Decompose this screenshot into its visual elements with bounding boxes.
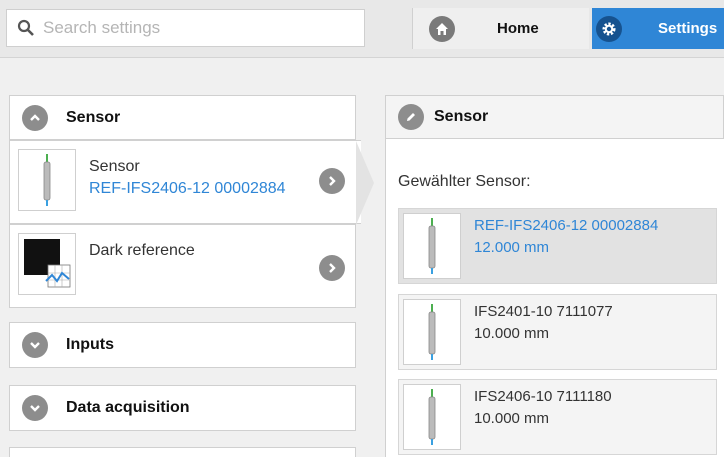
sensor-thumbnail	[403, 299, 461, 365]
data-acquisition-group-header[interactable]: Data acquisition	[9, 385, 356, 431]
next-group-header[interactable]	[9, 447, 356, 457]
sensor-group-title: Sensor	[66, 108, 121, 126]
sensor-option-name: REF-IFS2406-12 00002884	[474, 217, 659, 234]
nav-home-label: Home	[497, 20, 539, 37]
chevron-right-icon[interactable]	[319, 168, 345, 194]
sensor-item-title: Sensor	[89, 158, 140, 175]
dark-reference-item[interactable]: Dark reference	[9, 224, 356, 308]
nav-settings-label: Settings	[658, 20, 718, 37]
sensor-option-name: IFS2406-10 7111180	[474, 388, 612, 405]
chevron-up-icon	[22, 104, 48, 131]
inputs-group-header[interactable]: Inputs	[9, 322, 356, 368]
top-bar: Home Settings	[0, 0, 724, 58]
sensor-item[interactable]: Sensor REF-IFS2406-12 00002884	[9, 140, 361, 224]
sensor-probe-icon	[428, 389, 436, 445]
search-box[interactable]	[6, 9, 365, 47]
selection-pointer	[356, 141, 374, 225]
sensor-option-card[interactable]: REF-IFS2406-12 00002884 12.000 mm	[398, 208, 717, 284]
sensor-option-card[interactable]: IFS2406-10 7111180 10.000 mm	[398, 379, 717, 455]
sensor-option-range: 10.000 mm	[474, 325, 550, 342]
dark-reference-thumbnail	[18, 233, 76, 295]
inputs-group-title: Inputs	[66, 336, 114, 353]
sensor-thumbnail	[18, 149, 76, 211]
home-icon	[429, 15, 455, 42]
data-acquisition-group-title: Data acquisition	[66, 399, 190, 416]
dark-reference-icon	[24, 239, 71, 288]
sensor-probe-icon	[43, 154, 51, 206]
sensor-option-range: 10.000 mm	[474, 410, 550, 427]
sensor-thumbnail	[403, 213, 461, 279]
sensor-probe-icon	[428, 304, 436, 360]
sensor-item-value: REF-IFS2406-12 00002884	[89, 180, 286, 197]
sensor-panel-body: Gewählter Sensor: REF-IFS2406-12 0000288…	[385, 139, 724, 457]
chevron-right-icon[interactable]	[319, 255, 345, 281]
nav-settings-button[interactable]: Settings	[592, 8, 724, 49]
sensor-option-card[interactable]: IFS2401-10 7111077 10.000 mm	[398, 294, 717, 370]
sensor-option-name: IFS2401-10 7111077	[474, 303, 613, 320]
chevron-down-icon	[22, 332, 48, 358]
dark-reference-title: Dark reference	[89, 242, 195, 259]
nav-home-button[interactable]: Home	[412, 8, 589, 49]
chevron-down-icon	[22, 395, 48, 421]
selected-sensor-label: Gewählter Sensor:	[398, 173, 531, 190]
sensor-panel-title: Sensor	[434, 108, 489, 125]
pencil-icon	[398, 104, 424, 130]
sensor-probe-icon	[428, 218, 436, 274]
sensor-option-range: 12.000 mm	[474, 239, 550, 256]
sensor-thumbnail	[403, 384, 461, 450]
sensor-group-header[interactable]: Sensor	[9, 95, 356, 140]
search-input[interactable]	[43, 18, 343, 38]
sensor-panel-header: Sensor	[385, 95, 724, 139]
gear-icon	[596, 15, 622, 42]
search-icon	[17, 19, 34, 36]
